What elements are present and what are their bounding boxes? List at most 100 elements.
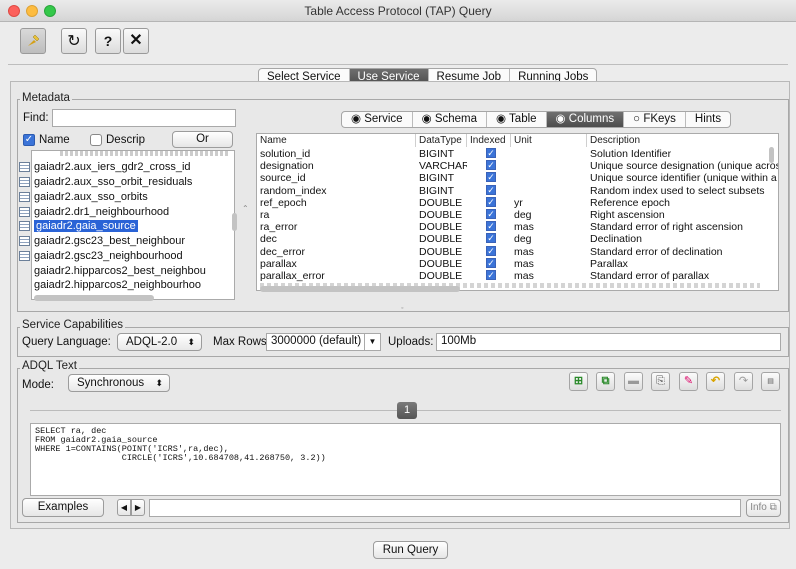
- query-language-select[interactable]: ADQL-2.0 ⬍: [117, 333, 202, 351]
- columns-table[interactable]: Name DataType Indexed Unit Description s…: [256, 133, 779, 291]
- minimize-window-icon[interactable]: [26, 5, 38, 17]
- clear-button[interactable]: ✎: [679, 372, 698, 391]
- tree-item[interactable]: gaiadr2.aux_sso_orbit_residuals: [19, 175, 192, 190]
- descrip-label: Descrip: [106, 134, 145, 146]
- query-tab-1[interactable]: 1: [397, 402, 417, 419]
- reload-button[interactable]: ↻: [61, 28, 87, 54]
- remove-tab-button[interactable]: ▬: [624, 372, 643, 391]
- columns-scrollbar-vertical[interactable]: [769, 147, 774, 163]
- column-header-indexed[interactable]: Indexed: [467, 134, 511, 147]
- tree-item[interactable]: gaiadr2.hipparcos2_best_neighbou: [34, 264, 234, 279]
- column-header-unit[interactable]: Unit: [511, 134, 587, 147]
- tab-hints[interactable]: Hints: [686, 112, 730, 127]
- table-row[interactable]: random_index BIGINT ✓ Random index used to …: [257, 184, 778, 197]
- toolbar: ↻ ? ✕: [0, 22, 796, 64]
- parse-button[interactable]: ⎘: [651, 372, 670, 391]
- columns-scrollbar-horizontal[interactable]: [260, 286, 460, 292]
- table-row[interactable]: dec DOUBLE ✓ deg Declination: [257, 233, 778, 245]
- name-checkbox[interactable]: ✓: [23, 134, 35, 146]
- tree-item[interactable]: gaiadr2.gsc23_best_neighbour: [19, 234, 185, 249]
- prev-example-button[interactable]: ◀: [117, 499, 131, 516]
- close-button[interactable]: ✕: [123, 28, 149, 54]
- window-title: Table Access Protocol (TAP) Query: [304, 4, 492, 18]
- max-rows-combo[interactable]: 3000000 (default) ▼: [266, 333, 381, 351]
- table-row[interactable]: ra_error DOUBLE ✓ mas Standard error of righ…: [257, 221, 778, 233]
- tab-service[interactable]: ◉ Service: [342, 112, 413, 127]
- name-label: Name: [39, 134, 70, 146]
- indexed-checkbox-icon: ✓: [486, 196, 496, 207]
- indexed-checkbox-icon: ✓: [486, 160, 496, 171]
- external-link-icon: ⧉: [766, 502, 777, 513]
- copy-tab-icon: ⧉: [601, 375, 610, 387]
- dropdown-arrow-icon[interactable]: ▼: [364, 334, 380, 350]
- table-row[interactable]: designation VARCHAR ✓ Unique source designa…: [257, 160, 778, 173]
- tab-columns[interactable]: ◉ Columns: [546, 112, 625, 127]
- splitter-dot-icon[interactable]: ◦: [401, 305, 403, 312]
- table-row[interactable]: dec_error DOUBLE ✓ mas Standard error of dec…: [257, 245, 778, 258]
- tab-line-right: [417, 410, 781, 411]
- column-header-datatype[interactable]: DataType: [416, 134, 467, 147]
- cell-unit: yr: [514, 196, 523, 209]
- mode-select[interactable]: Synchronous ⬍: [68, 374, 170, 392]
- pin-button[interactable]: [20, 28, 46, 54]
- indexed-checkbox-icon: ✓: [486, 184, 496, 195]
- tab-fkeys[interactable]: ○ FKeys: [624, 112, 686, 127]
- find-label: Find:: [23, 112, 49, 124]
- remove-tab-icon: ▬: [628, 375, 639, 387]
- tree-item[interactable]: gaiadr2.hipparcos2_neighbourhoo: [34, 278, 234, 293]
- adql-editor[interactable]: SELECT ra, dec FROM gaiadr2.gaia_source …: [30, 423, 781, 496]
- tree-item[interactable]: gaiadr2.aux_iers_gdr2_cross_id: [19, 160, 191, 175]
- zoom-window-icon[interactable]: [44, 5, 56, 17]
- run-query-button[interactable]: Run Query: [373, 541, 448, 559]
- cell-datatype: DOUBLE: [419, 245, 463, 258]
- next-example-button[interactable]: ▶: [131, 499, 145, 516]
- indexed-checkbox-icon: ✓: [486, 245, 496, 256]
- column-header-description[interactable]: Description: [587, 134, 778, 147]
- find-input[interactable]: [52, 109, 236, 127]
- or-button[interactable]: Or: [172, 131, 233, 148]
- mode-label: Mode:: [22, 379, 54, 391]
- cell-datatype: DOUBLE: [419, 209, 463, 221]
- tree-partial-row: [60, 151, 230, 156]
- cell-name: solution_id: [260, 148, 311, 160]
- indexed-checkbox-icon: ✓: [486, 209, 496, 219]
- splitter-handle-icon[interactable]: ⌃: [242, 204, 249, 213]
- select-arrows-icon: ⬍: [187, 337, 195, 347]
- cell-name: ra: [260, 209, 270, 221]
- indexed-checkbox-icon: ✓: [486, 233, 496, 244]
- tree-text-button[interactable]: ▤: [761, 372, 780, 391]
- parse-icon: ⎘: [656, 375, 665, 387]
- redo-button[interactable]: ↷: [734, 372, 753, 391]
- tree-item[interactable]: gaiadr2.aux_sso_orbits: [19, 190, 148, 205]
- tab-table[interactable]: ◉ Table: [487, 112, 547, 127]
- tree-item[interactable]: gaiadr2.gsc23_neighbourhood: [19, 249, 183, 264]
- info-button[interactable]: Info ⧉: [746, 499, 781, 517]
- add-tab-button[interactable]: ⊞: [569, 372, 588, 391]
- table-row[interactable]: ra DOUBLE ✓ deg Right ascension: [257, 209, 778, 221]
- table-row[interactable]: solution_id BIGINT ✓ Solution Identifier: [257, 148, 778, 160]
- tree-scrollbar-vertical[interactable]: [232, 213, 237, 231]
- tab-schema[interactable]: ◉ Schema: [413, 112, 488, 127]
- table-icon: [19, 251, 30, 261]
- close-window-icon[interactable]: [8, 5, 20, 17]
- undo-button[interactable]: ↶: [706, 372, 725, 391]
- cell-unit: deg: [514, 209, 532, 221]
- reload-icon: ↻: [67, 33, 81, 50]
- column-header-name[interactable]: Name: [257, 134, 416, 147]
- cell-name: dec_error: [260, 245, 305, 258]
- table-row[interactable]: parallax DOUBLE ✓ mas Parallax: [257, 257, 778, 270]
- examples-button[interactable]: Examples: [22, 498, 104, 517]
- tree-item[interactable]: gaiadr2.dr1_neighbourhood: [19, 205, 169, 220]
- cell-name: designation: [260, 160, 314, 173]
- cell-unit: mas: [514, 245, 534, 258]
- table-row[interactable]: source_id BIGINT ✓ Unique source identifier…: [257, 172, 778, 184]
- tree-scrollbar-horizontal[interactable]: [34, 295, 154, 301]
- table-row[interactable]: ref_epoch DOUBLE ✓ yr Reference epoch: [257, 196, 778, 209]
- help-button[interactable]: ?: [95, 28, 121, 54]
- tree-item-selected[interactable]: gaiadr2.gaia_source: [19, 219, 138, 234]
- copy-tab-button[interactable]: ⧉: [596, 372, 615, 391]
- descrip-checkbox[interactable]: [90, 134, 102, 146]
- cell-datatype: DOUBLE: [419, 257, 463, 270]
- indexed-checkbox-icon: ✓: [486, 257, 496, 268]
- table-row[interactable]: parallax_error DOUBLE ✓ mas Standard error o…: [257, 270, 778, 282]
